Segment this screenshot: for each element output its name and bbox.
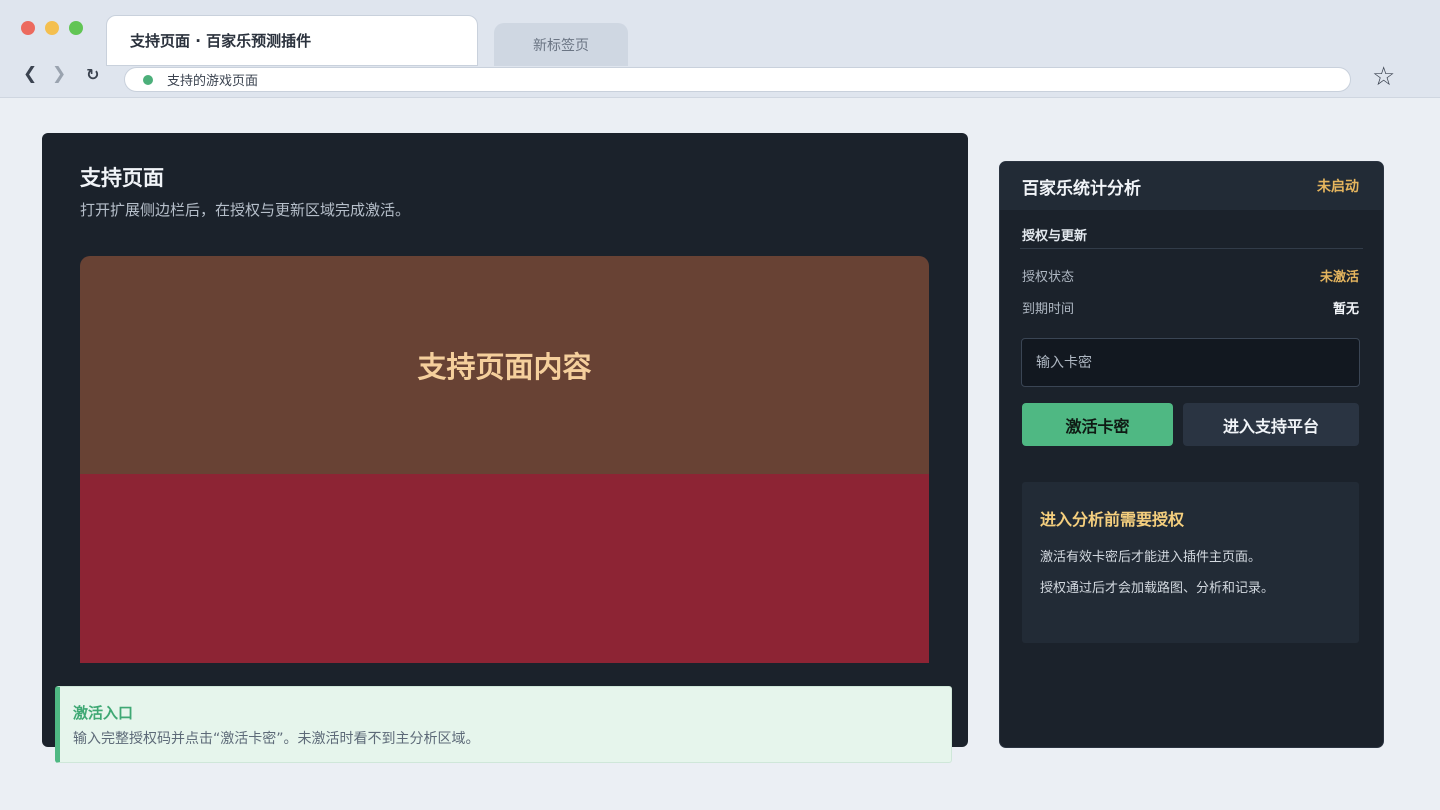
expiry-row: 到期时间 暂无 [1022, 298, 1359, 317]
secure-dot-icon [143, 74, 153, 85]
maximize-window-button[interactable] [69, 21, 83, 35]
activation-notice: 激活入口 输入完整授权码并点击“激活卡密”。未激活时看不到主分析区域。 [55, 686, 952, 763]
forward-icon[interactable]: ❯ [52, 64, 66, 84]
auth-status-label: 授权状态 [1022, 270, 1075, 285]
back-icon[interactable]: ❮ [23, 64, 37, 84]
activate-card-button[interactable]: 激活卡密 [1022, 403, 1173, 446]
support-page-panel: 支持页面 打开扩展侧边栏后，在授权与更新区域完成激活。 支持页面内容 [42, 133, 968, 747]
tab-new-label: 新标签页 [533, 37, 589, 54]
extension-sidebar: 百家乐统计分析 未启动 授权与更新 授权状态 未激活 到期时间 暂无 激活卡密 … [999, 161, 1384, 748]
auth-status-value: 未激活 [1319, 270, 1359, 285]
support-platform-button[interactable]: 进入支持平台 [1183, 403, 1359, 446]
section-divider [1020, 248, 1363, 249]
sidebar-header: 百家乐统计分析 未启动 [1000, 162, 1383, 210]
notice-text: 输入完整授权码并点击“激活卡密”。未激活时看不到主分析区域。 [73, 731, 480, 747]
expiry-label: 到期时间 [1022, 302, 1075, 317]
auth-required-box: 进入分析前需要授权 激活有效卡密后才能进入插件主页面。 授权通过后才会加载路图、… [1022, 482, 1359, 643]
page-subtitle: 打开扩展侧边栏后，在授权与更新区域完成激活。 [80, 201, 411, 219]
close-window-button[interactable] [21, 21, 35, 35]
address-text: 支持的游戏页面 [167, 74, 259, 89]
tab-active-label: 支持页面 · 百家乐预测插件 [130, 32, 312, 50]
notice-title: 激活入口 [73, 704, 134, 722]
bookmark-star-icon[interactable]: ☆ [1372, 62, 1395, 92]
section-title-auth: 授权与更新 [1022, 229, 1088, 244]
reload-icon[interactable]: ↻ [86, 65, 99, 84]
expiry-value: 暂无 [1332, 302, 1359, 317]
auth-box-title: 进入分析前需要授权 [1040, 510, 1185, 529]
address-bar[interactable]: 支持的游戏页面 [124, 67, 1351, 92]
tab-active[interactable]: 支持页面 · 百家乐预测插件 [106, 15, 478, 66]
auth-box-line1: 激活有效卡密后才能进入插件主页面。 [1040, 550, 1262, 565]
card-key-input[interactable] [1021, 338, 1360, 387]
browser-chrome: 支持页面 · 百家乐预测插件 新标签页 ❮ ❯ ↻ 支持的游戏页面 ☆ [0, 0, 1440, 98]
auth-box-line2: 授权通过后才会加载路图、分析和记录。 [1040, 581, 1275, 596]
game-area: 支持页面内容 [80, 256, 929, 663]
game-content-label: 支持页面内容 [417, 350, 592, 384]
game-content-placeholder: 支持页面内容 [80, 256, 929, 474]
minimize-window-button[interactable] [45, 21, 59, 35]
game-table-area [80, 474, 929, 663]
tab-new[interactable]: 新标签页 [494, 23, 628, 66]
sidebar-title: 百家乐统计分析 [1022, 178, 1141, 199]
auth-status-row: 授权状态 未激活 [1022, 266, 1359, 285]
status-badge: 未启动 [1317, 179, 1359, 195]
page-title: 支持页面 [80, 166, 164, 190]
